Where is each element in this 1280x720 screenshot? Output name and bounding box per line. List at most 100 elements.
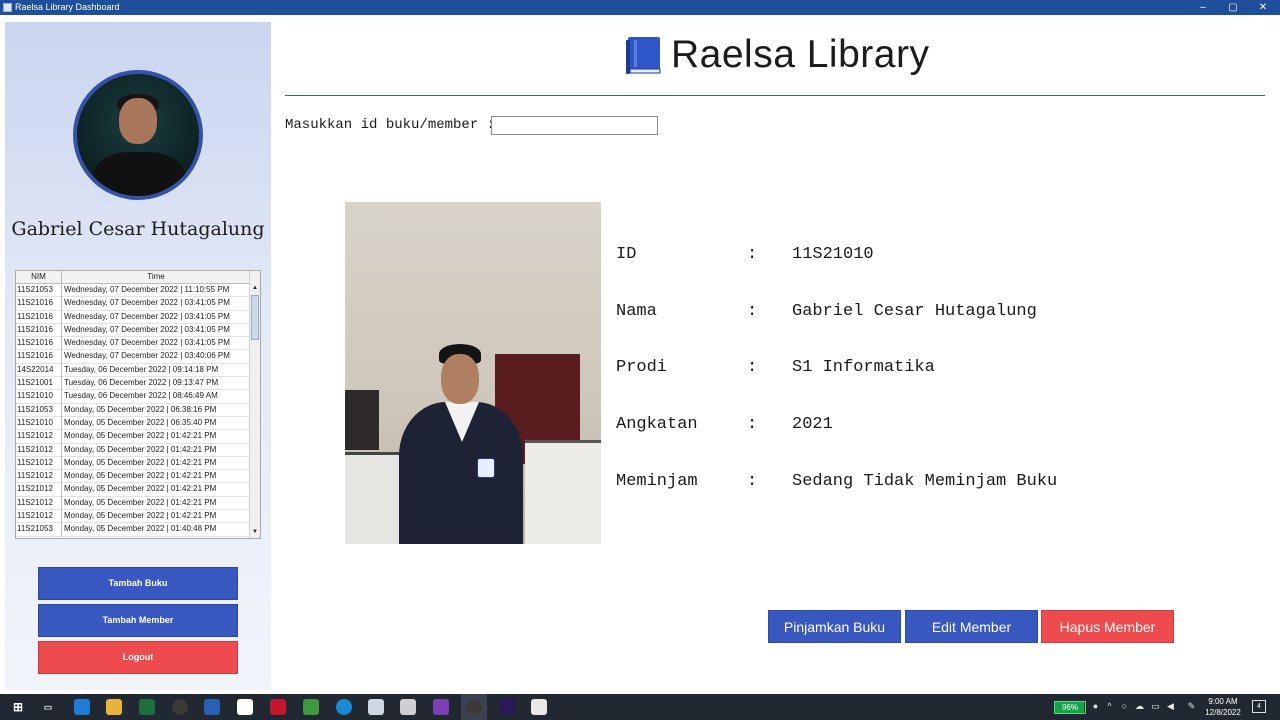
table-row[interactable]: 11S21012 Monday, 05 December 2022 | 01:42…	[16, 456, 250, 471]
edge-icon[interactable]	[336, 699, 352, 715]
table-row[interactable]: 11S21016 Wednesday, 07 December 2022 | 03…	[16, 310, 250, 324]
app-icon[interactable]	[368, 699, 384, 715]
java-icon[interactable]	[531, 699, 547, 715]
clock-time: 9:00 AM	[1208, 697, 1238, 706]
battery-percent: 96%	[1061, 703, 1078, 712]
app-icon[interactable]	[303, 699, 319, 715]
cell-nim: 11S21012	[16, 443, 62, 457]
cell-time: Monday, 05 December 2022 | 06:35:40 PM	[64, 417, 217, 427]
windows-start-icon[interactable]: ⊞	[10, 699, 26, 715]
info-separator: :	[747, 301, 758, 321]
minimize-button[interactable]: –	[1188, 0, 1218, 15]
avatar	[73, 70, 203, 200]
info-label: Meminjam	[616, 471, 698, 491]
table-row[interactable]: 11S21016 Wednesday, 07 December 2022 | 03…	[16, 337, 250, 351]
cell-nim: 11S21053	[16, 403, 62, 417]
obs-icon[interactable]	[172, 699, 188, 715]
scroll-down-icon[interactable]: ▼	[250, 527, 260, 538]
scroll-thumb[interactable]	[251, 295, 259, 340]
onenote-icon[interactable]	[433, 699, 449, 715]
table-row[interactable]: 11S21016 Wednesday, 07 December 2022 | 03…	[16, 350, 250, 364]
cell-nim: 11S21016	[16, 310, 62, 324]
microphone-icon[interactable]: ●	[1090, 701, 1101, 712]
table-row[interactable]: 11S21010 Monday, 05 December 2022 | 06:35…	[16, 416, 250, 431]
app-icon	[3, 3, 12, 12]
info-value: 2021	[792, 415, 833, 435]
app-icon[interactable]	[139, 699, 155, 715]
table-row[interactable]: 11S21016 Wednesday, 07 December 2022 | 03…	[16, 323, 250, 338]
battery-indicator[interactable]: 96%	[1054, 701, 1086, 714]
book-icon	[626, 37, 661, 74]
cell-time: Monday, 05 December 2022 | 01:42:21 PM	[64, 431, 217, 441]
logout-button[interactable]: Logout	[38, 641, 238, 674]
cell-time: Wednesday, 07 December 2022 | 03:41:05 P…	[64, 311, 230, 321]
app-title: Raelsa Library	[671, 33, 930, 76]
notion-icon[interactable]	[237, 699, 253, 715]
cell-nim: 11S21012	[16, 496, 62, 511]
id-search-input[interactable]	[491, 116, 658, 135]
table-row[interactable]: 11S21001 Tuesday, 06 December 2022 | 09:1…	[16, 377, 250, 391]
table-row[interactable]: 11S21053 Wednesday, 07 December 2022 | 11…	[16, 284, 250, 298]
table-row[interactable]: 11S21012 Monday, 05 December 2022 | 01:42…	[16, 443, 250, 457]
info-separator: :	[747, 415, 758, 435]
info-separator: :	[747, 245, 758, 264]
file-explorer-icon[interactable]	[106, 699, 122, 715]
clock[interactable]: 9:00 AM 12/8/2022	[1200, 696, 1246, 718]
info-label: Nama	[616, 301, 657, 321]
info-label: ID	[616, 245, 637, 264]
column-header-nim[interactable]: NIM	[16, 271, 62, 284]
notification-icon[interactable]: 4	[1252, 700, 1266, 713]
chat-icon[interactable]	[400, 699, 416, 715]
cell-nim: 11S21016	[16, 297, 62, 311]
cell-time: Tuesday, 06 December 2022 | 08:46:49 AM	[64, 391, 218, 401]
member-photo	[345, 202, 601, 544]
cloud-icon[interactable]: ☁	[1134, 701, 1145, 712]
maximize-button[interactable]: ▢	[1218, 0, 1248, 15]
table-row[interactable]: 11S21012 Monday, 05 December 2022 | 01:42…	[16, 470, 250, 484]
tray-app-icon[interactable]: ○	[1119, 701, 1130, 712]
cell-time: Tuesday, 06 December 2022 | 09:13:47 PM	[64, 378, 219, 388]
intellij-icon[interactable]	[270, 699, 286, 715]
table-row[interactable]: 11S21012 Monday, 05 December 2022 | 01:42…	[16, 496, 250, 511]
scroll-up-icon[interactable]: ▲	[250, 283, 260, 294]
tambah-member-button[interactable]: Tambah Member	[38, 604, 238, 637]
table-row[interactable]: 11S21053 Monday, 05 December 2022 | 06:38…	[16, 403, 250, 417]
header-divider	[285, 95, 1265, 96]
table-body: 11S21053 Wednesday, 07 December 2022 | 11…	[16, 284, 250, 537]
table-scrollbar[interactable]: ▲ ▼	[249, 271, 260, 538]
pinjamkan-buku-button[interactable]: Pinjamkan Buku	[768, 610, 901, 643]
vscode-icon[interactable]	[74, 699, 90, 715]
window-title: Raelsa Library Dashboard	[15, 2, 120, 12]
info-value: Gabriel Cesar Hutagalung	[792, 301, 1037, 321]
table-row[interactable]: 11S21010 Tuesday, 06 December 2022 | 08:4…	[16, 390, 250, 404]
edit-member-button[interactable]: Edit Member	[905, 610, 1038, 643]
table-row[interactable]: 11S21012 Monday, 05 December 2022 | 01:42…	[16, 430, 250, 444]
visit-log-table[interactable]: NIM Time 11S21053 Wednesday, 07 December …	[15, 270, 261, 539]
cell-time: Wednesday, 07 December 2022 | 03:41:05 P…	[64, 298, 230, 308]
cell-nim: 11S21012	[16, 430, 62, 444]
column-header-time[interactable]: Time	[62, 271, 250, 284]
info-value: S1 Informatika	[792, 358, 935, 378]
cell-time: Wednesday, 07 December 2022 | 03:40:06 P…	[64, 351, 230, 361]
cell-time: Wednesday, 07 December 2022 | 11:10:55 P…	[64, 285, 230, 294]
chevron-up-icon[interactable]: ^	[1104, 701, 1115, 712]
cell-time: Monday, 05 December 2022 | 01:42:21 PM	[64, 497, 217, 507]
table-row[interactable]: 11S21012 Monday, 05 December 2022 | 01:42…	[16, 483, 250, 497]
cell-nim: 11S21010	[16, 416, 62, 431]
volume-icon[interactable]: ◀	[1165, 701, 1176, 712]
table-row[interactable]: 11S21016 Wednesday, 07 December 2022 | 03…	[16, 297, 250, 311]
task-view-icon[interactable]: ▭	[40, 699, 56, 715]
hapus-member-button[interactable]: Hapus Member	[1041, 610, 1174, 643]
premiere-icon[interactable]	[499, 699, 515, 715]
close-button[interactable]: ✕	[1248, 0, 1278, 15]
battery-icon[interactable]: ▭	[1150, 701, 1161, 712]
taskbar: ⊞ ▭ 96% ● ^ ○ ☁ ▭ ◀ ✎ 9:00 AM 12/8/2022 …	[0, 694, 1280, 720]
table-row[interactable]: 11S21053 Monday, 05 December 2022 | 01:40…	[16, 523, 250, 537]
word-icon[interactable]	[204, 699, 220, 715]
cell-nim: 11S21053	[16, 523, 62, 537]
pen-icon[interactable]: ✎	[1186, 701, 1197, 712]
table-row[interactable]: 14S22014 Tuesday, 06 December 2022 | 09:1…	[16, 363, 250, 378]
obs-icon[interactable]	[466, 699, 482, 715]
tambah-buku-button[interactable]: Tambah Buku	[38, 567, 238, 600]
table-row[interactable]: 11S21012 Monday, 05 December 2022 | 01:42…	[16, 510, 250, 524]
